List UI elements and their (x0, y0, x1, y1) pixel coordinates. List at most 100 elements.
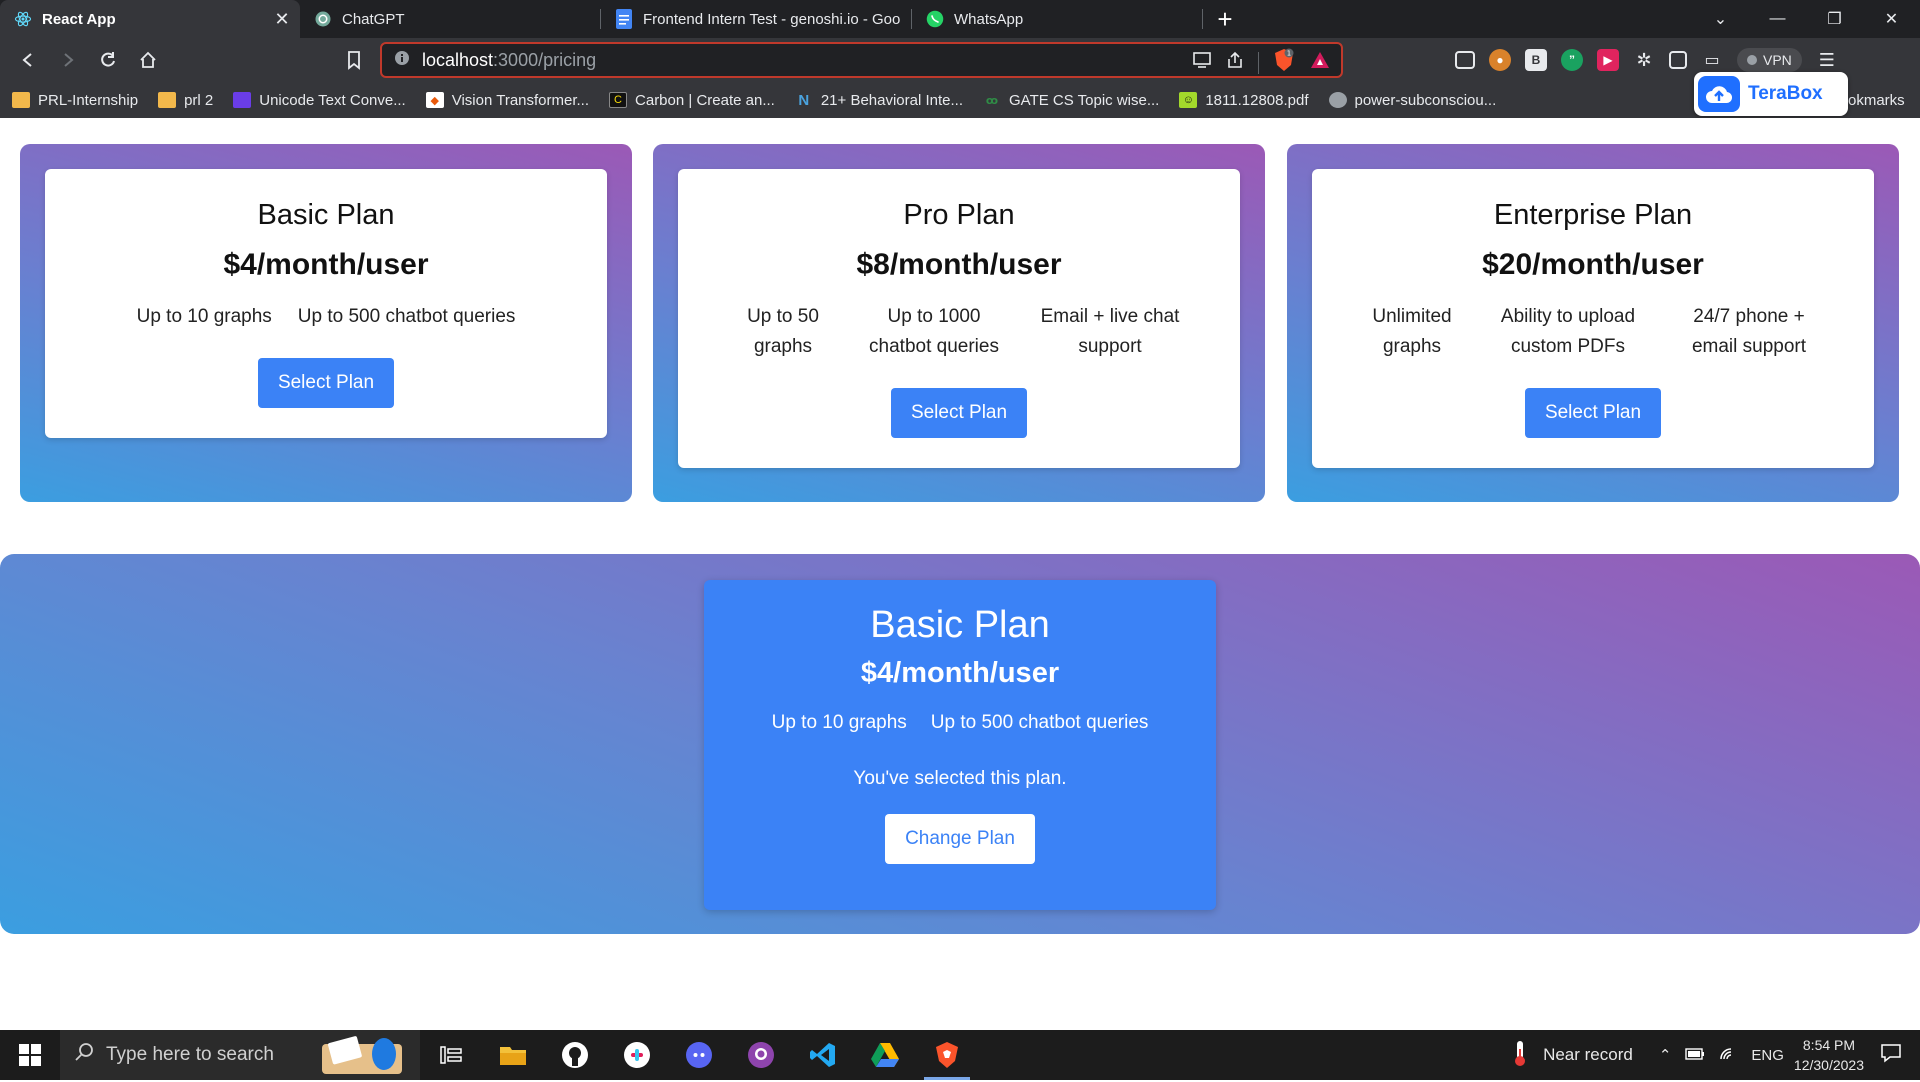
brave-shields-icon[interactable]: 1 (1273, 48, 1295, 77)
search-placeholder: Type here to search (106, 1044, 274, 1065)
bookmark-item[interactable]: prl 2 (158, 92, 213, 109)
windows-start-icon[interactable] (0, 1030, 60, 1080)
minimize-button[interactable]: — (1749, 0, 1806, 38)
record-extension-icon[interactable]: ▶ (1597, 49, 1619, 71)
new-tab-button[interactable]: + (1203, 0, 1247, 38)
gfg-icon: ꝏ (985, 94, 999, 107)
github-desktop-icon[interactable] (544, 1030, 606, 1080)
bookmark-item[interactable]: C Carbon | Create an... (609, 92, 775, 109)
vision-icon: ◆ (425, 92, 444, 108)
forward-icon[interactable] (48, 40, 88, 80)
bookmark-label: Carbon | Create an... (635, 91, 775, 109)
notification-icon[interactable] (1880, 1043, 1902, 1067)
restore-button[interactable]: ❐ (1806, 0, 1863, 38)
window-controls: ⌄ — ❐ ✕ (1692, 0, 1920, 38)
bookmark-item[interactable]: ꝏ GATE CS Topic wise... (983, 92, 1159, 109)
plan-card-enterprise: Enterprise Plan $20/month/user Unlimited… (1312, 169, 1874, 468)
language-indicator[interactable]: ENG (1751, 1047, 1784, 1064)
react-icon (14, 10, 32, 28)
whatsapp-icon (926, 10, 944, 28)
cast-icon[interactable] (1192, 51, 1212, 74)
reload-icon[interactable] (88, 40, 128, 80)
tab-title: React App (42, 10, 116, 28)
bookmark-item[interactable]: ☺ 1811.12808.pdf (1179, 91, 1309, 109)
plan-features: Unlimited graphs Ability to upload custo… (1312, 302, 1874, 362)
bookmark-label: 1811.12808.pdf (1205, 91, 1309, 109)
plan-feature: Up to 1000 chatbot queries (869, 306, 999, 357)
bookmark-item[interactable]: ◆ Vision Transformer... (425, 92, 589, 109)
unicode-icon (233, 92, 252, 108)
tab-chatgpt[interactable]: ChatGPT (300, 0, 600, 38)
plan-features: Up to 50 graphs Up to 1000 chatbot queri… (678, 302, 1240, 362)
bookmark-item[interactable]: N 21+ Behavioral Inte... (795, 92, 963, 109)
bookmark-item[interactable]: PRL-Internship (12, 92, 138, 109)
pdf-icon: ☺ (1179, 92, 1198, 108)
plans-row: Basic Plan $4/month/user Up to 10 graphs… (20, 144, 1900, 504)
windows-taskbar: Type here to search Near record ⌃ ENG 8:… (0, 1030, 1920, 1080)
system-tray: Near record ⌃ ENG 8:54 PM 12/30/2023 (1511, 1030, 1920, 1080)
tab-frontend-intern-test[interactable]: Frontend Intern Test - genoshi.io - Goo (601, 0, 911, 38)
picture-in-picture-icon[interactable] (1455, 51, 1475, 69)
vscode-icon[interactable] (792, 1030, 854, 1080)
plan-feature: Ability to upload custom PDFs (1500, 306, 1636, 357)
slack-icon[interactable] (606, 1030, 668, 1080)
plan-feature: Unlimited graphs (1372, 306, 1452, 357)
google-drive-icon[interactable] (854, 1030, 916, 1080)
brave-browser-icon[interactable] (916, 1030, 978, 1080)
tab-search-icon[interactable]: ⌄ (1692, 0, 1749, 38)
tab-title: ChatGPT (342, 10, 405, 28)
pricing-page: Basic Plan $4/month/user Up to 10 graphs… (0, 118, 1920, 1030)
menu-icon[interactable]: ☰ (1816, 49, 1838, 71)
tab-whatsapp[interactable]: WhatsApp (912, 0, 1202, 38)
close-window-button[interactable]: ✕ (1863, 0, 1920, 38)
plan-feature: Up to 50 graphs (747, 306, 819, 357)
cookie-icon[interactable]: ● (1489, 49, 1511, 71)
select-plan-button[interactable]: Select Plan (257, 358, 395, 408)
battery-icon[interactable] (1685, 1047, 1705, 1064)
chevron-up-icon[interactable]: ⌃ (1659, 1046, 1672, 1064)
home-icon[interactable] (128, 40, 168, 80)
brave-rewards-icon[interactable] (1309, 50, 1331, 75)
tab-title: Frontend Intern Test - genoshi.io - Goo (643, 10, 901, 28)
carbon-icon: C (609, 92, 628, 108)
bookmark-item[interactable]: Unicode Text Conve... (233, 91, 406, 109)
folder-icon (12, 92, 30, 108)
taskbar-search-input[interactable]: Type here to search (60, 1030, 420, 1080)
selected-plan-section: Basic Plan $4/month/user Up to 10 graphs… (0, 554, 1920, 934)
other-bookmarks[interactable]: okmarks (1848, 82, 1905, 118)
plan-card-pro: Pro Plan $8/month/user Up to 50 graphs U… (678, 169, 1240, 468)
discord-icon[interactable] (668, 1030, 730, 1080)
weather-text[interactable]: Near record (1543, 1045, 1633, 1065)
tab-react-app[interactable]: React App ✕ (0, 0, 300, 38)
quote-extension-icon[interactable]: ” (1561, 49, 1583, 71)
selected-plan-name: Basic Plan (870, 604, 1050, 646)
task-view-icon[interactable] (420, 1030, 482, 1080)
plan-price: $4/month/user (223, 248, 429, 281)
thermometer-icon (1511, 1039, 1529, 1071)
puzzle-icon[interactable]: ✲ (1633, 49, 1655, 71)
bookmark-item[interactable]: power-subconsciou... (1328, 92, 1496, 109)
selected-plan-message: You've selected this plan. (853, 768, 1067, 789)
chatgpt-icon (314, 10, 332, 28)
bookmark-icon[interactable] (334, 40, 374, 80)
select-plan-button[interactable]: Select Plan (1524, 388, 1662, 438)
address-bar[interactable]: localhost:3000/pricing 1 (380, 42, 1343, 78)
close-icon[interactable]: ✕ (270, 7, 294, 31)
vpn-label: VPN (1763, 52, 1792, 68)
github-icon[interactable] (730, 1030, 792, 1080)
change-plan-button[interactable]: Change Plan (885, 814, 1035, 864)
wallet-icon[interactable]: ▭ (1701, 49, 1723, 71)
vpn-button[interactable]: VPN (1737, 48, 1802, 72)
back-icon[interactable] (8, 40, 48, 80)
clock-date: 12/30/2023 (1793, 1057, 1864, 1073)
terabox-popup[interactable]: TeraBox (1694, 72, 1848, 116)
select-plan-button[interactable]: Select Plan (890, 388, 1028, 438)
file-explorer-icon[interactable] (482, 1030, 544, 1080)
site-info-icon[interactable] (394, 50, 410, 71)
wifi-icon[interactable] (1719, 1045, 1737, 1065)
clock[interactable]: 8:54 PM 12/30/2023 (1794, 1035, 1864, 1075)
b-extension-icon[interactable]: B (1525, 49, 1547, 71)
bookmark-label: Unicode Text Conve... (259, 91, 406, 109)
sidebar-icon[interactable] (1669, 51, 1687, 69)
share-icon[interactable] (1226, 51, 1244, 74)
